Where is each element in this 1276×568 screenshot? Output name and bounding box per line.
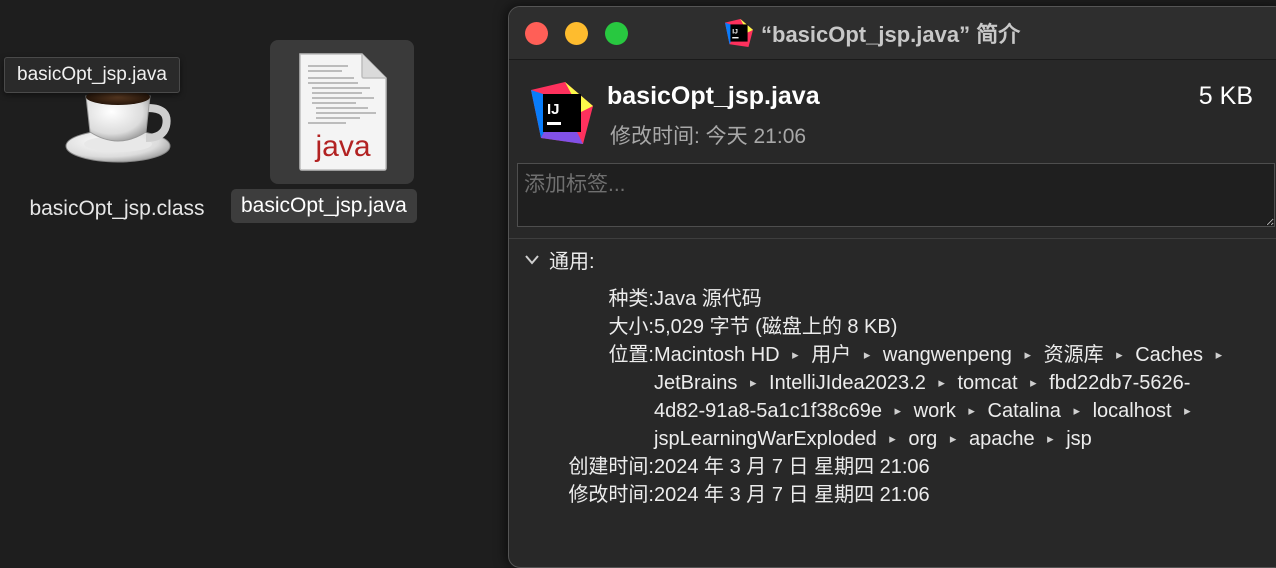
minimize-button[interactable] bbox=[565, 22, 588, 45]
title-bar[interactable]: IJ “basicOpt_jsp.java” 简介 bbox=[509, 7, 1276, 59]
path-separator-icon: ▸ bbox=[1024, 347, 1032, 362]
file-size: 5 KB bbox=[1198, 82, 1253, 110]
modified-row: 修改时间: 2024 年 3 月 7 日 星期四 21:06 bbox=[509, 481, 1276, 509]
file-name: basicOpt_jsp.java bbox=[607, 82, 820, 110]
maximize-button[interactable] bbox=[605, 22, 628, 45]
path-segment: IntelliJIdea2023.2 bbox=[769, 372, 926, 394]
path-segment: Macintosh HD bbox=[654, 344, 780, 366]
kind-label: 种类: bbox=[608, 288, 654, 310]
location-path: Macintosh HD ▸ 用户 ▸ wangwenpeng ▸ 资源库 ▸ … bbox=[654, 341, 1234, 453]
path-segment: 资源库 bbox=[1043, 344, 1104, 366]
size-label: 大小: bbox=[608, 316, 654, 338]
java-file-icon-selection[interactable]: java bbox=[270, 40, 414, 184]
svg-text:IJ: IJ bbox=[547, 101, 560, 118]
section-separator bbox=[509, 238, 1276, 239]
path-segment: org bbox=[908, 428, 938, 450]
created-value: 2024 年 3 月 7 日 星期四 21:06 bbox=[654, 456, 930, 478]
path-segment: work bbox=[913, 400, 956, 422]
created-row: 创建时间: 2024 年 3 月 7 日 星期四 21:06 bbox=[509, 453, 1276, 481]
path-separator-icon: ▸ bbox=[792, 347, 799, 362]
path-separator-icon: ▸ bbox=[938, 375, 945, 390]
filename-tooltip: basicOpt_jsp.java bbox=[4, 57, 180, 93]
path-segment: tomcat bbox=[957, 372, 1018, 394]
modified-summary: 修改时间: 今天 21:06 bbox=[610, 125, 807, 148]
java-document-icon[interactable]: java bbox=[296, 52, 388, 172]
path-separator-icon: ▸ bbox=[863, 347, 871, 362]
desktop: basicOpt_jsp.class java basicOpt_jsp.jav… bbox=[0, 0, 508, 546]
location-row: 位置: Macintosh HD ▸ 用户 ▸ wangwenpeng ▸ 资源… bbox=[509, 341, 1276, 453]
modified-value: 2024 年 3 月 7 日 星期四 21:06 bbox=[654, 484, 930, 506]
coffee-cup-icon[interactable] bbox=[60, 80, 176, 170]
java-file-label[interactable]: basicOpt_jsp.java bbox=[231, 189, 417, 223]
path-separator-icon: ▸ bbox=[1047, 431, 1054, 446]
path-segment: Caches bbox=[1135, 344, 1204, 366]
path-separator-icon: ▸ bbox=[1116, 347, 1123, 362]
class-file-label[interactable]: basicOpt_jsp.class bbox=[10, 194, 224, 224]
path-separator-icon: ▸ bbox=[894, 403, 902, 418]
general-info-list: 种类: Java 源代码 大小: 5,029 字节 (磁盘上的 8 KB) 位置… bbox=[509, 285, 1276, 509]
path-separator-icon: ▸ bbox=[1184, 403, 1191, 418]
section-title: 通用: bbox=[549, 251, 595, 273]
intellij-idea-icon: IJ bbox=[725, 19, 753, 47]
path-segment: 用户 bbox=[811, 344, 852, 366]
file-header: IJ basicOpt_jsp.java 5 KB 修改时间: 今天 21:06 bbox=[509, 60, 1276, 158]
kind-value: Java 源代码 bbox=[654, 288, 762, 310]
get-info-window: IJ “basicOpt_jsp.java” 简介 IJ basicOpt_js… bbox=[508, 6, 1276, 568]
kind-row: 种类: Java 源代码 bbox=[509, 285, 1276, 313]
path-separator-icon: ▸ bbox=[889, 431, 896, 446]
path-segment: wangwenpeng bbox=[882, 344, 1012, 366]
created-label: 创建时间: bbox=[568, 456, 654, 478]
path-segment: jspLearningWarExploded bbox=[654, 428, 877, 450]
tags-input[interactable] bbox=[517, 163, 1275, 227]
path-separator-icon: ▸ bbox=[949, 431, 957, 446]
java-icon-text: java bbox=[314, 130, 370, 163]
size-row: 大小: 5,029 字节 (磁盘上的 8 KB) bbox=[509, 313, 1276, 341]
svg-text:IJ: IJ bbox=[732, 28, 738, 35]
modified-label: 修改时间: bbox=[568, 484, 654, 506]
path-segment: apache bbox=[968, 428, 1035, 450]
path-segment: localhost bbox=[1092, 400, 1172, 422]
close-button[interactable] bbox=[525, 22, 548, 45]
window-title: “basicOpt_jsp.java” 简介 bbox=[761, 22, 1021, 47]
chevron-down-icon[interactable] bbox=[525, 254, 539, 265]
path-separator-icon: ▸ bbox=[1073, 403, 1080, 418]
path-segment: Catalina bbox=[987, 400, 1061, 422]
path-separator-icon: ▸ bbox=[1215, 347, 1223, 362]
general-section-header[interactable]: 通用: bbox=[525, 245, 595, 274]
path-segment: JetBrains bbox=[654, 372, 738, 394]
location-label: 位置: bbox=[608, 344, 654, 366]
path-separator-icon: ▸ bbox=[968, 403, 975, 418]
window-title-group: IJ “basicOpt_jsp.java” 简介 bbox=[725, 17, 1020, 49]
intellij-idea-icon: IJ bbox=[531, 82, 593, 144]
path-segment: jsp bbox=[1066, 428, 1092, 450]
path-separator-icon: ▸ bbox=[1030, 375, 1037, 390]
size-value: 5,029 字节 (磁盘上的 8 KB) bbox=[654, 316, 898, 338]
path-separator-icon: ▸ bbox=[749, 375, 757, 390]
